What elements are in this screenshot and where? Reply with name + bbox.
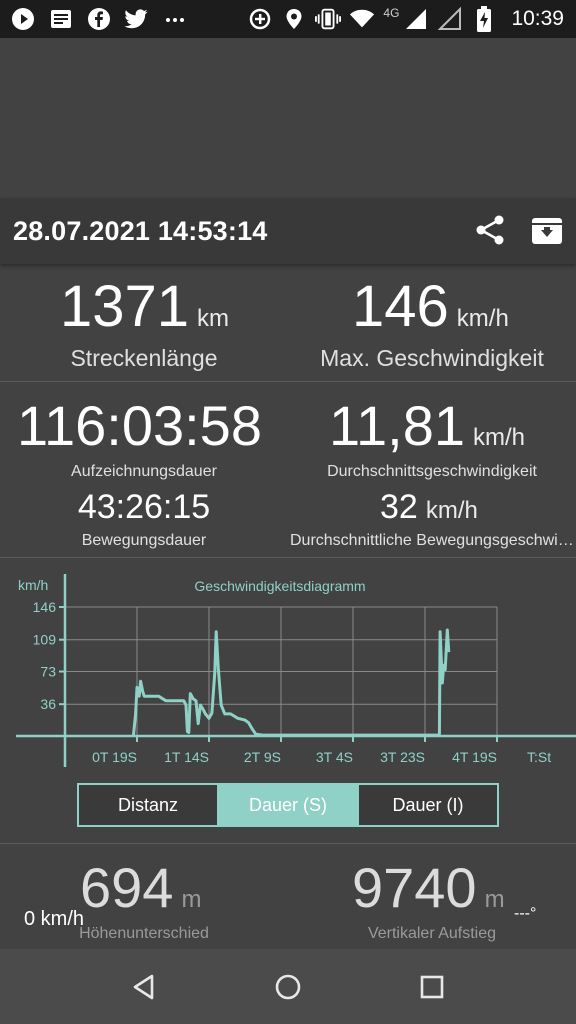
max-speed-value-group: 146 km/h (352, 273, 509, 340)
chart-x-tick-label: 4T 19S (452, 749, 497, 765)
status-bar: 4G 10:39 (0, 0, 576, 38)
toggle-distance[interactable]: Distanz (79, 785, 219, 825)
chart-x-tick-label: 2T 9S (244, 749, 281, 765)
distance-value-group: 1371 km (60, 273, 229, 340)
divider (0, 381, 576, 382)
chart-y-tick-label: 109 (33, 632, 57, 648)
screen: 4G 10:39 28.07.2021 14:53:14 1371 km Str… (0, 0, 576, 1024)
chart-title: Geschwindigkeitsdiagramm (194, 578, 365, 594)
home-button[interactable] (272, 971, 304, 1003)
news-icon (48, 6, 74, 32)
avg-moving-speed-value: 32 (380, 488, 418, 526)
recents-button[interactable] (416, 971, 448, 1003)
record-duration-value: 116:03:58 (17, 394, 262, 457)
facebook-icon (86, 6, 112, 32)
vertical-climb-unit: m (484, 886, 505, 913)
page-title: 28.07.2021 14:53:14 (13, 216, 268, 246)
max-speed-unit: km/h (456, 305, 509, 332)
avg-speed-value: 11,81 (329, 394, 465, 457)
chart-x-tick-label: 3T 23S (380, 749, 425, 765)
speed-chart-svg: 146 109 73 36 0T 19S 1T 14S 2T 9S 3T 4S 3T 23S 4T… (16, 574, 576, 767)
chart-series-line (131, 628, 451, 737)
max-speed-label: Max. Geschwindigkeit (320, 345, 544, 371)
distance-unit: km (197, 305, 230, 332)
divider (0, 843, 576, 844)
avg-moving-speed-label: Durchschnittliche Bewegungsgeschwi… (290, 532, 574, 549)
archive-button[interactable] (530, 214, 564, 248)
current-speed: 0 km/h (24, 908, 85, 930)
moving-duration-value: 43:26:15 (77, 488, 211, 526)
avg-speed-value-group: 11,81 km/h (329, 393, 525, 458)
heading-value: ---° (514, 905, 537, 922)
bottom-stats: 694 m Höhenunterschied 9740 m Vertikaler A… (0, 845, 576, 949)
home-icon (275, 974, 301, 1000)
chart-y-tick-label: 73 (40, 664, 56, 680)
archive-icon (532, 218, 562, 244)
recents-icon (420, 975, 444, 999)
avg-speed-label: Durchschnittsgeschwindigkeit (327, 463, 537, 480)
avg-moving-speed-value-group: 32 km/h (380, 488, 478, 527)
location-icon (281, 6, 307, 32)
speed-chart[interactable]: 146 109 73 36 0T 19S 1T 14S 2T 9S 3T 4S 3T 23S 4T… (0, 560, 576, 775)
signal-empty-icon (437, 6, 463, 32)
share-icon (476, 215, 504, 245)
wifi-icon (349, 6, 375, 32)
avg-speed-unit: km/h (472, 424, 525, 451)
share-button[interactable] (472, 212, 508, 248)
chart-x-tick-label: 0T 19S (92, 749, 137, 765)
moving-duration-label: Bewegungsdauer (81, 532, 207, 549)
max-speed-value: 146 (352, 274, 449, 339)
vertical-climb-value: 9740 (352, 856, 477, 919)
toggle-duration-s[interactable]: Dauer (S) (219, 785, 359, 825)
map-placeholder (0, 38, 576, 198)
vertical-climb-value-group: 9740 m (352, 855, 505, 920)
navigation-bar (0, 949, 576, 1024)
chart-y-tick-label: 36 (40, 696, 56, 712)
distance-label: Streckenlänge (70, 345, 218, 371)
elevation-diff-unit: m (181, 886, 202, 913)
network-type: 4G (383, 6, 400, 20)
chart-mode-toggle[interactable]: Distanz Dauer (S) Dauer (I) (77, 783, 499, 827)
record-duration-label: Aufzeichnungsdauer (71, 463, 217, 480)
divider (0, 557, 576, 558)
chart-y-tick-label: 146 (33, 599, 57, 615)
elevation-diff-value-group: 694 m (80, 855, 201, 920)
clock: 10:39 (511, 7, 564, 30)
elevation-diff-value: 694 (80, 856, 174, 919)
back-icon (133, 974, 154, 1000)
twitter-icon (124, 6, 150, 32)
data-saver-icon (247, 6, 273, 32)
signal-icon (403, 6, 429, 32)
avg-moving-speed-unit: km/h (425, 497, 478, 524)
distance-value: 1371 (60, 274, 190, 339)
more-dots-icon (162, 6, 188, 32)
play-icon (10, 6, 36, 32)
chart-x-tick-label: 1T 14S (164, 749, 209, 765)
chart-x-tick-label: 3T 4S (316, 749, 353, 765)
toggle-duration-i[interactable]: Dauer (I) (359, 785, 497, 825)
chart-y-axis-label: km/h (18, 577, 48, 593)
vertical-climb-label: Vertikaler Aufstieg (367, 925, 497, 942)
back-button[interactable] (128, 971, 160, 1003)
vibrate-icon (315, 6, 342, 32)
battery-charging-icon (471, 6, 497, 32)
chart-x-axis-label: T:St (527, 749, 551, 765)
